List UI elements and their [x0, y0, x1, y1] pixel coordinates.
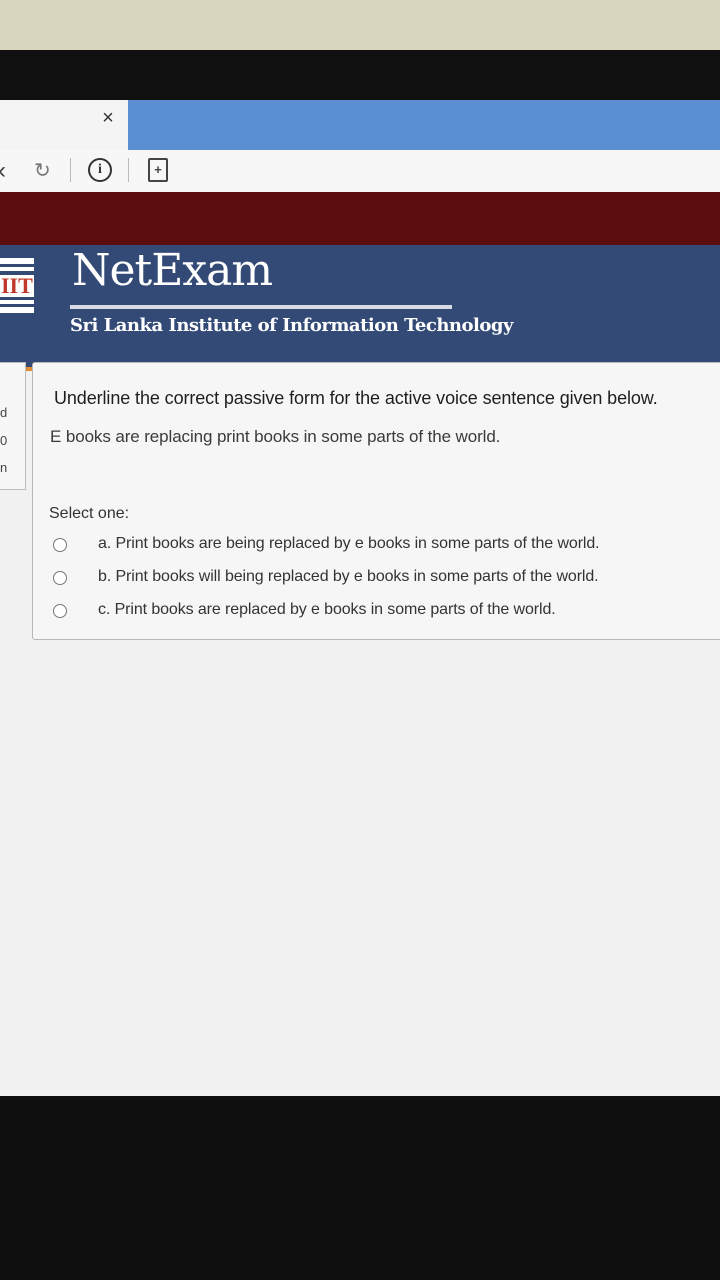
- radio-button[interactable]: [53, 538, 67, 552]
- reload-icon[interactable]: ↻: [34, 158, 51, 183]
- select-one-label: Select one:: [49, 505, 130, 522]
- tab-strip: ×: [0, 100, 720, 152]
- title-divider: [70, 305, 452, 309]
- side-fragment: d: [0, 405, 8, 420]
- app-title: NetExam: [72, 245, 273, 296]
- tab-inactive[interactable]: [128, 100, 720, 152]
- browser-toolbar: ‹ ↻ i +: [0, 150, 720, 193]
- info-icon[interactable]: i: [88, 158, 112, 182]
- close-icon[interactable]: ×: [96, 106, 120, 130]
- toolbar-divider: [128, 158, 129, 182]
- top-banner: [0, 192, 720, 247]
- tab-active[interactable]: ×: [0, 100, 128, 150]
- side-panel: d 0 n: [0, 362, 26, 490]
- side-fragment: n: [0, 460, 8, 475]
- browser-window: × ‹ ↻ i + IIT NetExam Sri Lanka Institut…: [0, 100, 720, 1100]
- monitor-bezel-bottom: [0, 1096, 720, 1280]
- back-icon[interactable]: ‹: [0, 157, 6, 185]
- question-prompt: Underline the correct passive form for t…: [54, 388, 658, 408]
- option-label[interactable]: c. Print books are replaced by e books i…: [98, 601, 556, 619]
- option-label[interactable]: a. Print books are being replaced by e b…: [98, 535, 600, 553]
- option-label[interactable]: b. Print books will being replaced by e …: [98, 568, 599, 586]
- radio-button[interactable]: [53, 604, 67, 618]
- site-header: IIT NetExam Sri Lanka Institute of Infor…: [0, 245, 720, 371]
- radio-button[interactable]: [53, 571, 67, 585]
- question-sentence: E books are replacing print books in som…: [50, 427, 501, 446]
- page-icon[interactable]: +: [148, 158, 168, 182]
- side-fragment: 0: [0, 433, 8, 448]
- monitor-bezel-top: [0, 50, 720, 102]
- toolbar-divider: [70, 158, 71, 182]
- institute-logo: IIT: [0, 250, 34, 332]
- question-card: Underline the correct passive form for t…: [32, 362, 720, 640]
- background-wall: [0, 0, 720, 55]
- logo-text: IIT: [0, 273, 34, 298]
- app-subtitle: Sri Lanka Institute of Information Techn…: [70, 315, 513, 336]
